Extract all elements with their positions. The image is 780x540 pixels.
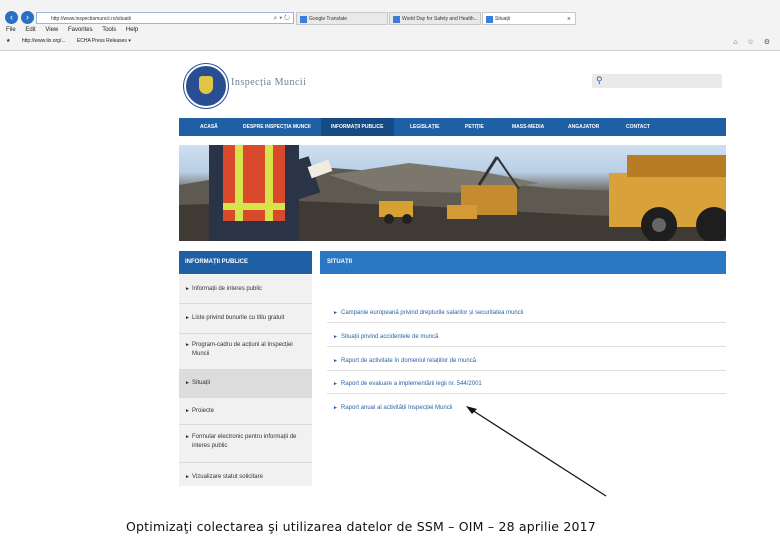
search-icon[interactable]: ⚲ — [596, 75, 603, 86]
arrow-right-icon: ► — [333, 405, 338, 411]
sidebar-heading: INFORMAȚII PUBLICE — [179, 251, 312, 274]
nav-mass-media[interactable]: MASS-MEDIA — [512, 118, 544, 136]
site-title: Inspecția Muncii — [231, 77, 307, 88]
back-icon[interactable]: ‹ — [5, 11, 18, 24]
slide-caption: Optimizaţi colectarea şi utilizarea date… — [126, 519, 596, 534]
nav-informatii-publice[interactable]: INFORMAȚII PUBLICE — [321, 118, 394, 136]
sidebar-item-program-cadru[interactable]: ► Program-cadru de acțiuni al Inspecției… — [179, 334, 312, 370]
menu-view[interactable]: View — [45, 27, 58, 33]
close-icon[interactable]: × — [567, 13, 571, 24]
link-raport-relatii-munca[interactable]: ► Raport de activitate în domeniul relaț… — [327, 351, 726, 371]
coat-of-arms-logo[interactable] — [184, 64, 228, 108]
menu-tools[interactable]: Tools — [102, 27, 116, 33]
refresh-icon[interactable]: ⌕ ▾ ↻ — [273, 13, 290, 23]
arrow-right-icon: ► — [185, 474, 190, 480]
translate-icon — [300, 16, 307, 23]
search-input[interactable]: ⚲ — [592, 74, 722, 88]
arrow-right-icon: ► — [185, 408, 190, 414]
tab-world-day[interactable]: World Day for Safety and Health... — [389, 12, 481, 25]
sidebar-item-label: Liste privind bunurile cu titlu gratuit — [192, 315, 285, 321]
page-icon — [486, 16, 493, 23]
arrow-right-icon: ► — [185, 342, 190, 348]
nav-petitie[interactable]: PETIȚIE — [465, 118, 484, 136]
address-url: http://www.inspectiamuncii.ro/situatii — [51, 16, 132, 22]
sidebar-item-label: Formular electronic pentru informații de… — [192, 434, 297, 449]
sidebar-menu: ► Informații de interes public ► Liste p… — [179, 275, 312, 486]
menu-edit[interactable]: Edit — [25, 27, 35, 33]
nav-angajator[interactable]: ANGAJATOR — [568, 118, 599, 136]
link-label: Campanie europeană privind drepturile sa… — [341, 310, 524, 316]
sidebar-item-label: Vizualizare statut solicitare — [192, 474, 263, 480]
main-navigation: ACASĂ DESPRE INSPECȚIA MUNCII INFORMAȚII… — [179, 118, 726, 136]
browser-chrome: ‹ › http://www.inspectiamuncii.ro/situat… — [0, 0, 780, 51]
sidebar-item-vizualizare[interactable]: ► Vizualizare statut solicitare — [179, 463, 312, 486]
nav-contact[interactable]: CONTACT — [626, 118, 650, 136]
nav-acasa[interactable]: ACASĂ — [200, 118, 218, 136]
menu-favorites[interactable]: Favorites — [68, 27, 93, 33]
sidebar-item-label: Proiecte — [192, 408, 215, 414]
menu-help[interactable]: Help — [126, 27, 138, 33]
link-campanie-europeana[interactable]: ► Campanie europeană privind drepturile … — [327, 303, 726, 323]
sidebar-item-label: Situații — [192, 380, 211, 386]
favorite-star-icon[interactable]: ★ — [6, 38, 10, 44]
sidebar-item-proiecte[interactable]: ► Proiecte — [179, 398, 312, 425]
link-label: Situații privind accidentele de muncă — [341, 334, 439, 340]
tools-icons[interactable]: ⌂ ☆ ⚙ — [733, 38, 774, 46]
arrow-right-icon: ► — [185, 380, 190, 386]
content-heading: SITUAȚII — [320, 251, 726, 274]
link-label: Raport de evaluare a implementării legii… — [341, 381, 482, 387]
favorite-ilo[interactable]: http://www.ilo.org/... — [22, 38, 66, 44]
sidebar-item-formular[interactable]: ► Formular electronic pentru informații … — [179, 425, 312, 463]
link-raport-evaluare-legea[interactable]: ► Raport de evaluare a implementării leg… — [327, 374, 726, 394]
tab-situatii[interactable]: Situații × — [482, 12, 576, 25]
address-bar[interactable]: http://www.inspectiamuncii.ro/situatii ⌕… — [36, 12, 294, 24]
link-label: Raport de activitate în domeniul relații… — [341, 358, 477, 364]
arrow-right-icon: ► — [333, 334, 338, 340]
link-situatii-accidente[interactable]: ► Situații privind accidentele de muncă — [327, 327, 726, 347]
link-raport-anual[interactable]: ► Raport anual al activității Inspecției… — [327, 398, 726, 418]
sidebar-item-situatii[interactable]: ► Situații — [179, 370, 312, 398]
tab-google-translate[interactable]: Google Translate — [296, 12, 388, 25]
sidebar-item-informatii[interactable]: ► Informații de interes public — [179, 275, 312, 304]
sidebar-item-liste-bunuri[interactable]: ► Liste privind bunurile cu titlu gratui… — [179, 304, 312, 334]
favorites-bar: ★ http://www.ilo.org/... ECHA Press Rele… — [6, 38, 141, 44]
arrow-right-icon: ► — [333, 358, 338, 364]
nav-despre[interactable]: DESPRE INSPECȚIA MUNCII — [243, 118, 311, 136]
arrow-right-icon: ► — [185, 434, 190, 440]
favorite-echa[interactable]: ECHA Press Releases ▾ — [77, 38, 131, 44]
menu-file[interactable]: File — [6, 27, 16, 33]
nav-legislatie[interactable]: LEGISLAȚIE — [410, 118, 439, 136]
arrow-right-icon: ► — [185, 315, 190, 321]
forward-icon[interactable]: › — [21, 11, 34, 24]
page-icon — [393, 16, 400, 23]
sidebar-item-label: Program-cadru de acțiuni al Inspecției M… — [192, 342, 293, 357]
arrow-right-icon: ► — [333, 310, 338, 316]
arrow-right-icon: ► — [185, 286, 190, 292]
sidebar-item-label: Informații de interes public — [192, 286, 263, 292]
banner-image — [179, 145, 726, 241]
mining-scene-illustration — [179, 145, 726, 241]
arrow-right-icon: ► — [333, 381, 338, 387]
link-label: Raport anual al activității Inspecției M… — [341, 405, 453, 411]
menu-bar: File Edit View Favorites Tools Help — [6, 27, 146, 33]
